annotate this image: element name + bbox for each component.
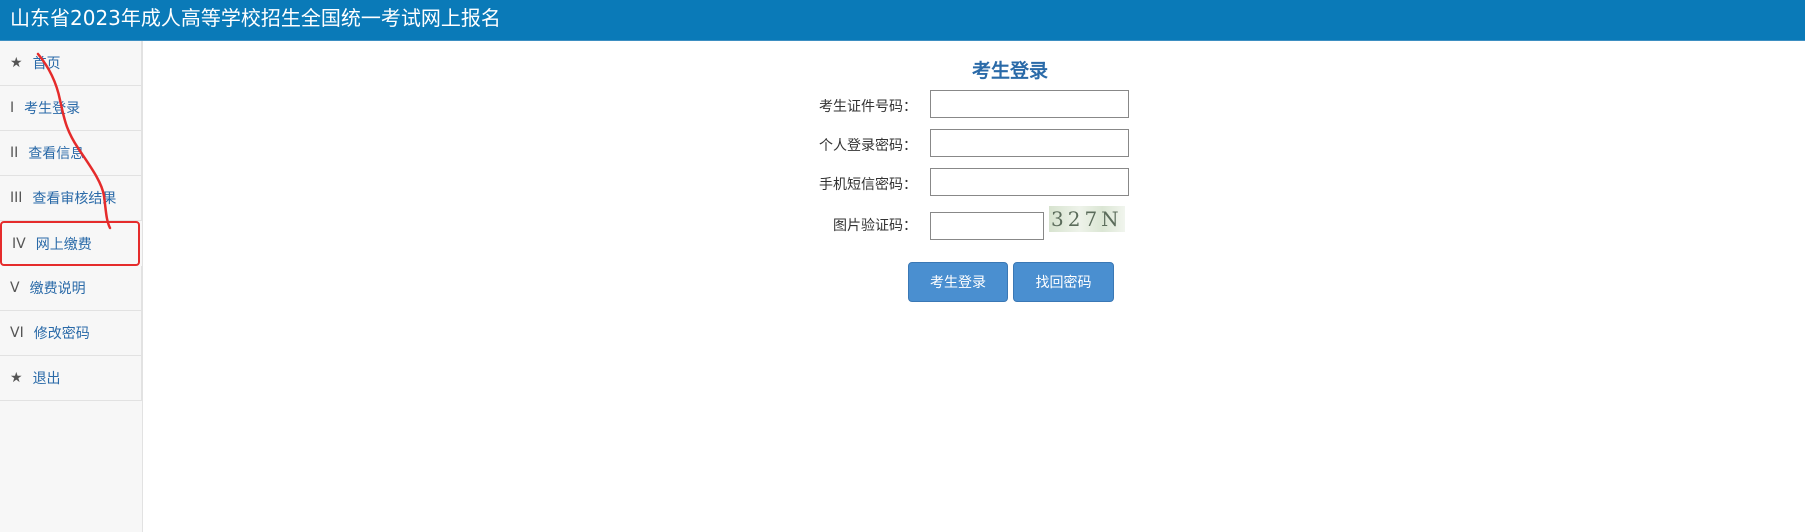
roman-numeral-marker: V (10, 280, 20, 296)
sidebar-item-label[interactable]: 网上缴费 (36, 234, 92, 254)
id-number-label: 考生证件号码： (819, 99, 917, 115)
captcha-input[interactable] (930, 212, 1044, 240)
sidebar-item-label[interactable]: 缴费说明 (30, 278, 86, 298)
recover-password-button[interactable]: 找回密码 (1013, 262, 1114, 302)
sidebar-item-logout[interactable]: ★ 退出 (0, 356, 142, 401)
page-title: 山东省2023年成人高等学校招生全国统一考试网上报名 (10, 6, 501, 30)
sidebar-item-review-result[interactable]: III 查看审核结果 (0, 176, 142, 221)
roman-numeral-marker: II (10, 145, 19, 161)
sidebar-item-label[interactable]: 修改密码 (34, 323, 90, 343)
captcha-image[interactable]: 327N (1049, 206, 1125, 232)
star-icon: ★ (10, 370, 23, 386)
sidebar-item-label[interactable]: 查看审核结果 (32, 188, 116, 208)
sms-password-input[interactable] (930, 168, 1129, 196)
sidebar: ★ 首页 I 考生登录 II 查看信息 III 查看审核结果 IV 网上缴费 V… (0, 41, 143, 532)
roman-numeral-marker: I (10, 100, 15, 116)
password-input[interactable] (930, 129, 1129, 157)
sidebar-item-view-info[interactable]: II 查看信息 (0, 131, 142, 176)
star-icon: ★ (10, 55, 23, 71)
page-header: 山东省2023年成人高等学校招生全国统一考试网上报名 (0, 0, 1805, 41)
sidebar-item-label[interactable]: 查看信息 (28, 143, 84, 163)
roman-numeral-marker: III (10, 190, 23, 206)
sidebar-item-online-payment[interactable]: IV 网上缴费 (0, 221, 140, 266)
roman-numeral-marker: IV (12, 235, 26, 252)
sidebar-item-home[interactable]: ★ 首页 (0, 41, 142, 86)
sidebar-item-login[interactable]: I 考生登录 (0, 86, 142, 131)
sidebar-item-label[interactable]: 退出 (33, 368, 61, 388)
sms-password-label: 手机短信密码： (819, 177, 917, 193)
sidebar-item-change-password[interactable]: VI 修改密码 (0, 311, 142, 356)
sidebar-item-label[interactable]: 考生登录 (24, 98, 80, 118)
captcha-label: 图片验证码： (833, 218, 917, 234)
sidebar-item-payment-instructions[interactable]: V 缴费说明 (0, 266, 142, 311)
password-label: 个人登录密码： (819, 138, 917, 154)
login-form-title: 考生登录 (972, 60, 1049, 82)
login-button[interactable]: 考生登录 (908, 262, 1008, 302)
sidebar-item-label[interactable]: 首页 (33, 53, 61, 73)
id-number-input[interactable] (930, 90, 1129, 118)
roman-numeral-marker: VI (10, 325, 24, 341)
